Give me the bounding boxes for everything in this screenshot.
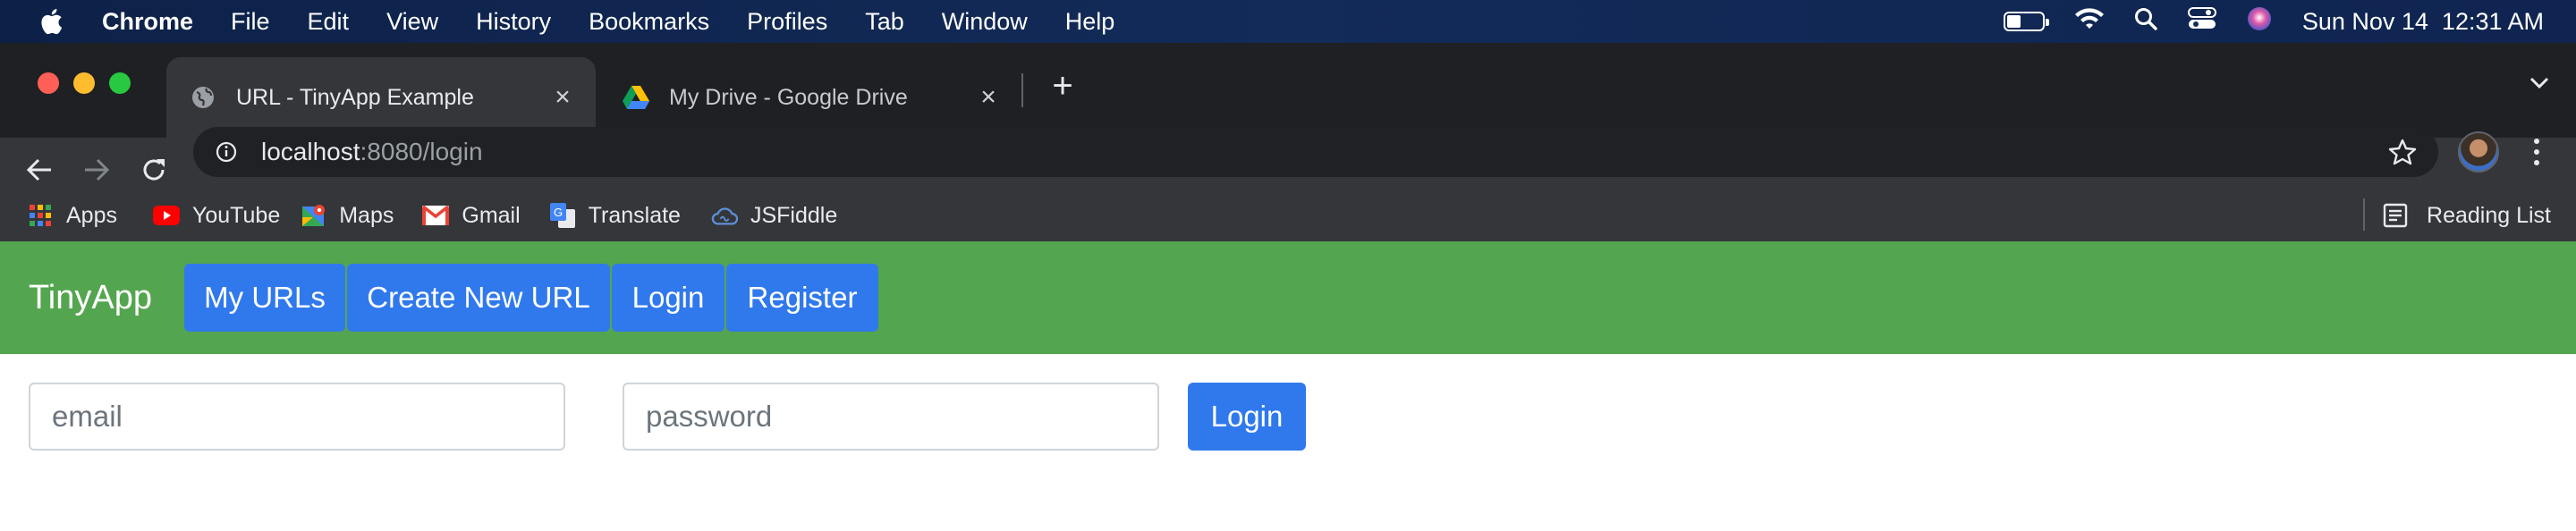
tab-search-chevron-down-icon[interactable] [2529, 77, 2549, 94]
bookmark-label: Translate [588, 202, 681, 228]
svg-text:G: G [554, 206, 563, 219]
nav-my-urls-button[interactable]: My URLs [184, 264, 345, 332]
navbar-brand[interactable]: TinyApp [29, 279, 184, 317]
password-field[interactable] [623, 383, 1159, 451]
window-zoom-button[interactable] [109, 72, 131, 94]
reload-icon[interactable] [136, 152, 172, 188]
tinyapp-navbar: TinyApp My URLs Create New URL Login Reg… [0, 241, 2576, 354]
menu-view[interactable]: View [386, 8, 438, 36]
nav-create-new-url-button[interactable]: Create New URL [347, 264, 610, 332]
menu-window[interactable]: Window [942, 8, 1028, 36]
menubar-status-area: Sun Nov 14 12:31 AM [1973, 0, 2544, 43]
menu-edit[interactable]: Edit [308, 8, 350, 36]
browser-tab-active[interactable]: URL - TinyApp Example × [166, 57, 596, 138]
bookmarks-bar: Apps YouTube Maps Gmail G Translate JSFi… [0, 190, 2576, 241]
nav-register-button[interactable]: Register [726, 264, 878, 332]
email-field[interactable] [29, 383, 565, 451]
menu-file[interactable]: File [231, 8, 270, 36]
macos-menu-bar: Chrome File Edit View History Bookmarks … [0, 0, 2576, 43]
menubar-datetime[interactable]: Sun Nov 14 12:31 AM [2302, 8, 2544, 36]
spotlight-search-icon[interactable] [2134, 7, 2157, 37]
login-form: Login [0, 383, 2576, 451]
menu-tab[interactable]: Tab [865, 8, 904, 36]
bookmark-translate[interactable]: G Translate [549, 202, 681, 229]
apps-grid-icon [27, 202, 54, 229]
tab-close-icon[interactable]: × [549, 84, 576, 111]
reading-list-label: Reading List [2427, 202, 2551, 228]
back-arrow-icon[interactable] [21, 152, 57, 188]
google-drive-icon [623, 84, 649, 111]
menu-app-name[interactable]: Chrome [102, 8, 193, 36]
wifi-icon[interactable] [2074, 7, 2104, 37]
address-path: :8080/login [360, 138, 483, 165]
maps-icon [300, 202, 326, 229]
reading-list-button[interactable]: Reading List [2382, 190, 2551, 241]
login-submit-button[interactable]: Login [1188, 383, 1306, 451]
siri-icon[interactable] [2247, 6, 2272, 38]
bookmark-gmail[interactable]: Gmail [422, 202, 521, 229]
forward-arrow-icon[interactable] [79, 152, 114, 188]
menu-profiles[interactable]: Profiles [747, 8, 827, 36]
bookmark-jsfiddle[interactable]: JSFiddle [711, 202, 837, 229]
nav-login-button[interactable]: Login [612, 264, 724, 332]
tab-title: My Drive - Google Drive [669, 84, 908, 110]
bookmark-star-icon[interactable] [2388, 138, 2417, 171]
browser-tab-inactive[interactable]: My Drive - Google Drive × [599, 57, 1021, 138]
apple-logo-icon[interactable] [38, 5, 64, 38]
window-minimize-button[interactable] [73, 72, 95, 94]
site-info-icon[interactable] [213, 139, 240, 165]
globe-icon [190, 84, 216, 111]
address-bar[interactable]: localhost:8080/login [193, 127, 2438, 177]
bookmark-label: YouTube [191, 202, 281, 228]
menu-help[interactable]: Help [1065, 8, 1115, 36]
bookmark-label: JSFiddle [750, 202, 838, 228]
window-close-button[interactable] [38, 72, 59, 94]
browser-tab-strip: URL - TinyApp Example × My Drive - Googl… [0, 43, 2576, 138]
menu-history[interactable]: History [476, 8, 551, 36]
bookmark-label: Gmail [462, 202, 521, 228]
reading-list-icon [2382, 202, 2409, 229]
bookmark-label: Maps [339, 202, 394, 228]
bookmark-youtube[interactable]: YouTube [152, 202, 281, 229]
menu-bookmarks[interactable]: Bookmarks [589, 8, 709, 36]
youtube-icon [152, 202, 180, 229]
tab-separator [1021, 73, 1023, 107]
translate-icon: G [549, 202, 576, 229]
new-tab-plus-icon[interactable]: + [1046, 68, 1079, 104]
jsfiddle-icon [711, 202, 738, 229]
bookmark-label: Apps [66, 202, 117, 228]
chrome-menu-kebab-icon[interactable] [2528, 136, 2546, 168]
address-host: localhost [261, 138, 360, 165]
control-center-icon[interactable] [2187, 6, 2216, 37]
tab-title: URL - TinyApp Example [236, 84, 474, 110]
battery-level-fill [2006, 15, 2021, 28]
profile-avatar[interactable] [2458, 131, 2499, 173]
address-url: localhost:8080/login [261, 138, 483, 166]
tab-close-icon[interactable]: × [975, 84, 1002, 111]
gmail-icon [422, 202, 450, 229]
bookmarks-separator [2363, 198, 2365, 231]
battery-icon[interactable] [2003, 12, 2049, 31]
bookmark-apps[interactable]: Apps [27, 202, 117, 229]
bookmark-maps[interactable]: Maps [300, 202, 394, 229]
